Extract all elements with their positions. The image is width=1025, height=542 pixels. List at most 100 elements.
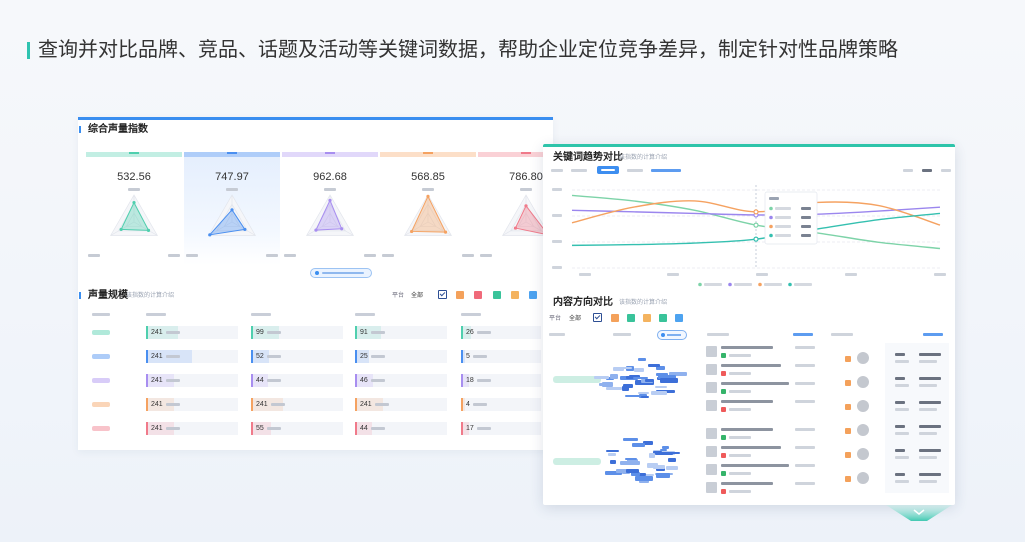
color-filter-swatch[interactable] bbox=[611, 314, 619, 322]
cell-color-edge bbox=[355, 422, 357, 435]
top-posts-more-link[interactable] bbox=[793, 333, 813, 336]
cell-ratio-placeholder bbox=[166, 331, 180, 334]
color-filter-swatch[interactable] bbox=[627, 314, 635, 322]
account-reach-placeholder bbox=[919, 377, 941, 380]
metric-card[interactable]: 568.85 bbox=[380, 152, 476, 265]
granularity-option[interactable] bbox=[903, 169, 913, 172]
cell-value: 5 bbox=[466, 353, 470, 360]
word-cloud-term bbox=[622, 438, 638, 442]
metric-color-notch bbox=[129, 152, 139, 154]
legend-dot bbox=[698, 282, 702, 287]
trend-link-placeholder[interactable] bbox=[651, 169, 681, 172]
load-more-button[interactable] bbox=[310, 268, 372, 278]
color-filter-swatch[interactable] bbox=[643, 314, 651, 322]
account-rank-icon bbox=[845, 476, 851, 482]
metric-card[interactable]: 962.68 bbox=[282, 152, 378, 265]
avatar bbox=[857, 352, 869, 364]
cell-ratio-placeholder bbox=[375, 403, 389, 406]
trend-subtitle[interactable]: 该指数的计算介绍 bbox=[619, 154, 667, 162]
platform-icon-green bbox=[721, 353, 726, 358]
post-item[interactable] bbox=[705, 426, 820, 442]
color-filter-swatch[interactable] bbox=[456, 291, 464, 299]
word-cloud-term bbox=[625, 457, 638, 460]
table-cell: 241 bbox=[355, 398, 447, 411]
platform-label: 平台 bbox=[392, 293, 405, 299]
account-reach-placeholder bbox=[919, 473, 941, 476]
account-item[interactable] bbox=[831, 347, 949, 367]
post-item[interactable] bbox=[705, 362, 820, 378]
radar-point bbox=[230, 208, 234, 212]
legend-dot bbox=[788, 282, 792, 287]
tooltip-label-placeholder bbox=[775, 225, 791, 228]
cell-ratio-placeholder bbox=[166, 403, 180, 406]
post-item[interactable] bbox=[705, 462, 820, 478]
keyword-selector[interactable] bbox=[657, 330, 687, 340]
tooltip-series-dot bbox=[769, 224, 773, 229]
metric-value: 568.85 bbox=[411, 171, 445, 183]
metric-card[interactable]: 747.97 bbox=[184, 152, 280, 265]
cell-color-edge bbox=[461, 326, 463, 339]
account-item[interactable] bbox=[831, 395, 949, 415]
tooltip-series-dot bbox=[769, 215, 773, 220]
content-direction-subtitle[interactable]: 该指数的计算介绍 bbox=[619, 299, 667, 307]
post-item[interactable] bbox=[705, 398, 820, 414]
color-filter-swatch[interactable] bbox=[675, 314, 683, 322]
color-filter-swatch[interactable] bbox=[529, 291, 538, 299]
radar-point bbox=[443, 230, 448, 234]
platform-select[interactable]: 全部 bbox=[411, 292, 423, 300]
checkbox-icon[interactable] bbox=[438, 290, 447, 299]
tab-placeholder[interactable] bbox=[551, 169, 563, 172]
color-filter-swatch[interactable] bbox=[492, 291, 501, 299]
account-meta-placeholder bbox=[895, 456, 909, 459]
post-item[interactable] bbox=[705, 444, 820, 460]
post-thumbnail bbox=[706, 446, 717, 457]
table-cell: 241 bbox=[146, 422, 238, 435]
trend-hover-point bbox=[753, 222, 759, 228]
post-thumbnail bbox=[706, 346, 717, 357]
account-rank-icon bbox=[845, 404, 851, 410]
table-cell: 99 bbox=[251, 326, 343, 339]
top-accounts-more-link[interactable] bbox=[923, 333, 943, 336]
checkbox-icon[interactable] bbox=[593, 313, 602, 322]
cell-color-edge bbox=[146, 398, 148, 411]
cell-value: 17 bbox=[466, 425, 474, 432]
volume-index-card: 综合声量指数 532.56 747.97 962.68 568.85 786.80 声量… bbox=[78, 117, 574, 450]
platform-select[interactable]: 全部 bbox=[569, 315, 581, 323]
account-meta-placeholder bbox=[919, 432, 937, 435]
cell-ratio-placeholder bbox=[267, 427, 281, 430]
account-item[interactable] bbox=[831, 467, 949, 487]
button-label-placeholder bbox=[322, 272, 364, 274]
account-meta-placeholder bbox=[919, 480, 937, 483]
cell-ratio-placeholder bbox=[267, 379, 281, 382]
cell-value: 99 bbox=[256, 329, 264, 336]
post-text-placeholder bbox=[721, 346, 773, 349]
account-item[interactable] bbox=[831, 443, 949, 463]
granularity-option[interactable] bbox=[941, 169, 951, 172]
post-item[interactable] bbox=[705, 344, 820, 360]
radar-label-placeholder bbox=[88, 254, 100, 257]
radar-label-placeholder bbox=[382, 254, 394, 257]
post-item[interactable] bbox=[705, 480, 820, 496]
word-cloud-term bbox=[619, 461, 640, 466]
color-filter-swatch[interactable] bbox=[474, 291, 483, 299]
tab-placeholder[interactable] bbox=[571, 169, 587, 172]
color-filter-swatch[interactable] bbox=[510, 291, 519, 299]
volume-scale-subtitle[interactable]: 该指数的计算介绍 bbox=[126, 292, 174, 300]
granularity-option-active[interactable] bbox=[922, 169, 932, 172]
metric-card[interactable]: 532.56 bbox=[86, 152, 182, 265]
radar-point bbox=[314, 228, 318, 232]
account-item[interactable] bbox=[831, 419, 949, 439]
word-cloud-term bbox=[666, 466, 678, 470]
account-item[interactable] bbox=[831, 371, 949, 391]
post-thumbnail bbox=[706, 382, 717, 393]
tab-active[interactable] bbox=[597, 166, 619, 174]
radar-label-placeholder bbox=[462, 254, 474, 257]
tab-placeholder[interactable] bbox=[627, 169, 643, 172]
color-filter-swatch[interactable] bbox=[659, 314, 667, 322]
cell-value: 241 bbox=[256, 401, 268, 408]
scroll-down-icon[interactable] bbox=[886, 505, 952, 523]
keyword-chip bbox=[92, 402, 110, 407]
radar-chart bbox=[284, 188, 376, 257]
account-meta-placeholder bbox=[895, 432, 909, 435]
post-item[interactable] bbox=[705, 380, 820, 396]
